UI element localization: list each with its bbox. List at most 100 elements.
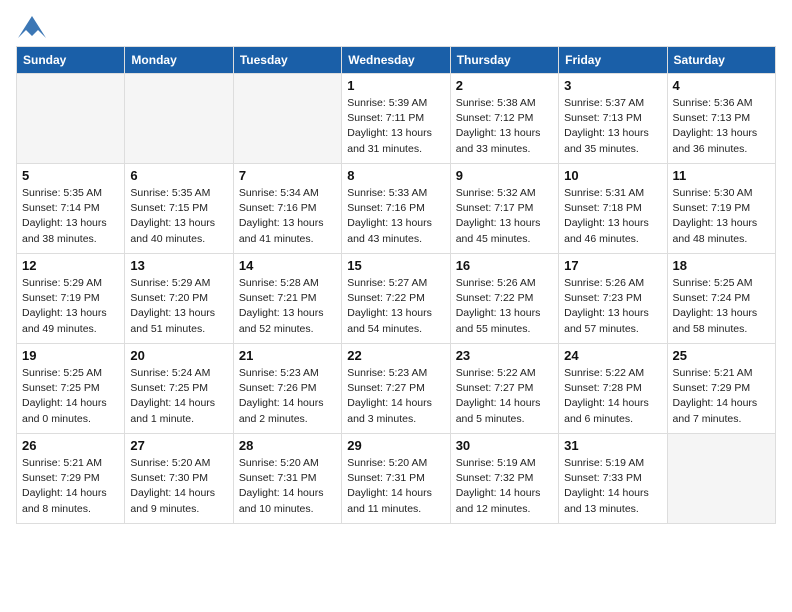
cell-info-text: Sunrise: 5:34 AMSunset: 7:16 PMDaylight:… <box>239 186 336 247</box>
calendar-cell <box>667 434 775 524</box>
calendar-cell: 22Sunrise: 5:23 AMSunset: 7:27 PMDayligh… <box>342 344 450 434</box>
page-header <box>16 16 776 38</box>
calendar-cell: 20 Sunrise: 5:24 AMSunset: 7:25 PMDayligh… <box>125 344 233 434</box>
cell-info-text: Sunrise: 5:37 AMSunset: 7:13 PMDaylight:… <box>564 96 661 157</box>
week-row: 19 Sunrise: 5:25 AMSunset: 7:25 PMDayligh… <box>17 344 776 434</box>
cell-date-number: 28 <box>239 438 336 453</box>
cell-info-text: Sunrise: 5:26 AMSunset: 7:22 PMDaylight:… <box>456 276 553 337</box>
cell-date-number: 6 <box>130 168 227 183</box>
cell-date-number: 9 <box>456 168 553 183</box>
cell-date-number: 10 <box>564 168 661 183</box>
cell-info-text: Sunrise: 5:33 AMSunset: 7:16 PMDaylight:… <box>347 186 444 247</box>
cell-info-text: Sunrise: 5:27 AMSunset: 7:22 PMDaylight:… <box>347 276 444 337</box>
cell-info-text: Sunrise: 5:20 AMSunset: 7:31 PMDaylight:… <box>347 456 444 517</box>
cell-info-text: Sunrise: 5:22 AMSunset: 7:28 PMDaylight:… <box>564 366 661 427</box>
calendar-cell <box>125 74 233 164</box>
cell-info-text: Sunrise: 5:31 AMSunset: 7:18 PMDaylight:… <box>564 186 661 247</box>
calendar-cell: 13Sunrise: 5:29 AMSunset: 7:20 PMDayligh… <box>125 254 233 344</box>
cell-info-text: Sunrise: 5:20 AMSunset: 7:31 PMDaylight:… <box>239 456 336 517</box>
weekday-header: Wednesday <box>342 47 450 74</box>
calendar-cell: 17 Sunrise: 5:26 AMSunset: 7:23 PMDayligh… <box>559 254 667 344</box>
cell-date-number: 2 <box>456 78 553 93</box>
calendar-cell: 18 Sunrise: 5:25 AMSunset: 7:24 PMDayligh… <box>667 254 775 344</box>
calendar-cell: 19 Sunrise: 5:25 AMSunset: 7:25 PMDayligh… <box>17 344 125 434</box>
cell-date-number: 27 <box>130 438 227 453</box>
cell-date-number: 23 <box>456 348 553 363</box>
calendar-cell: 16Sunrise: 5:26 AMSunset: 7:22 PMDayligh… <box>450 254 558 344</box>
cell-date-number: 7 <box>239 168 336 183</box>
cell-date-number: 30 <box>456 438 553 453</box>
calendar-cell: 6 Sunrise: 5:35 AMSunset: 7:15 PMDaylight… <box>125 164 233 254</box>
week-row: 5Sunrise: 5:35 AMSunset: 7:14 PMDaylight… <box>17 164 776 254</box>
cell-info-text: Sunrise: 5:26 AMSunset: 7:23 PMDaylight:… <box>564 276 661 337</box>
logo-bird-icon <box>18 16 46 38</box>
calendar-cell: 12 Sunrise: 5:29 AMSunset: 7:19 PMDayligh… <box>17 254 125 344</box>
cell-date-number: 31 <box>564 438 661 453</box>
cell-date-number: 14 <box>239 258 336 273</box>
calendar-cell <box>233 74 341 164</box>
calendar-cell: 27 Sunrise: 5:20 AMSunset: 7:30 PMDayligh… <box>125 434 233 524</box>
cell-info-text: Sunrise: 5:28 AMSunset: 7:21 PMDaylight:… <box>239 276 336 337</box>
cell-date-number: 22 <box>347 348 444 363</box>
calendar-cell: 25Sunrise: 5:21 AMSunset: 7:29 PMDayligh… <box>667 344 775 434</box>
calendar-cell: 1 Sunrise: 5:39 AMSunset: 7:11 PMDaylight… <box>342 74 450 164</box>
cell-date-number: 26 <box>22 438 119 453</box>
cell-date-number: 29 <box>347 438 444 453</box>
cell-date-number: 17 <box>564 258 661 273</box>
calendar-cell: 30 Sunrise: 5:19 AMSunset: 7:32 PMDayligh… <box>450 434 558 524</box>
calendar-cell: 28 Sunrise: 5:20 AMSunset: 7:31 PMDayligh… <box>233 434 341 524</box>
cell-info-text: Sunrise: 5:24 AMSunset: 7:25 PMDaylight:… <box>130 366 227 427</box>
calendar-cell: 11Sunrise: 5:30 AMSunset: 7:19 PMDayligh… <box>667 164 775 254</box>
cell-date-number: 20 <box>130 348 227 363</box>
cell-date-number: 11 <box>673 168 770 183</box>
cell-date-number: 18 <box>673 258 770 273</box>
cell-info-text: Sunrise: 5:19 AMSunset: 7:33 PMDaylight:… <box>564 456 661 517</box>
cell-info-text: Sunrise: 5:25 AMSunset: 7:25 PMDaylight:… <box>22 366 119 427</box>
calendar-cell: 9 Sunrise: 5:32 AMSunset: 7:17 PMDaylight… <box>450 164 558 254</box>
calendar-cell: 31 Sunrise: 5:19 AMSunset: 7:33 PMDayligh… <box>559 434 667 524</box>
calendar-cell: 2 Sunrise: 5:38 AMSunset: 7:12 PMDaylight… <box>450 74 558 164</box>
cell-info-text: Sunrise: 5:20 AMSunset: 7:30 PMDaylight:… <box>130 456 227 517</box>
cell-info-text: Sunrise: 5:35 AMSunset: 7:15 PMDaylight:… <box>130 186 227 247</box>
weekday-header: Sunday <box>17 47 125 74</box>
cell-info-text: Sunrise: 5:36 AMSunset: 7:13 PMDaylight:… <box>673 96 770 157</box>
weekday-header: Friday <box>559 47 667 74</box>
cell-date-number: 15 <box>347 258 444 273</box>
cell-info-text: Sunrise: 5:22 AMSunset: 7:27 PMDaylight:… <box>456 366 553 427</box>
cell-info-text: Sunrise: 5:21 AMSunset: 7:29 PMDaylight:… <box>673 366 770 427</box>
cell-date-number: 19 <box>22 348 119 363</box>
cell-info-text: Sunrise: 5:29 AMSunset: 7:19 PMDaylight:… <box>22 276 119 337</box>
cell-info-text: Sunrise: 5:32 AMSunset: 7:17 PMDaylight:… <box>456 186 553 247</box>
cell-info-text: Sunrise: 5:35 AMSunset: 7:14 PMDaylight:… <box>22 186 119 247</box>
cell-date-number: 24 <box>564 348 661 363</box>
week-row: 1 Sunrise: 5:39 AMSunset: 7:11 PMDaylight… <box>17 74 776 164</box>
cell-date-number: 1 <box>347 78 444 93</box>
cell-date-number: 3 <box>564 78 661 93</box>
calendar-cell: 14 Sunrise: 5:28 AMSunset: 7:21 PMDayligh… <box>233 254 341 344</box>
calendar-cell: 24 Sunrise: 5:22 AMSunset: 7:28 PMDayligh… <box>559 344 667 434</box>
cell-info-text: Sunrise: 5:21 AMSunset: 7:29 PMDaylight:… <box>22 456 119 517</box>
calendar-cell: 29 Sunrise: 5:20 AMSunset: 7:31 PMDayligh… <box>342 434 450 524</box>
cell-date-number: 12 <box>22 258 119 273</box>
cell-date-number: 4 <box>673 78 770 93</box>
cell-info-text: Sunrise: 5:25 AMSunset: 7:24 PMDaylight:… <box>673 276 770 337</box>
calendar-cell <box>17 74 125 164</box>
calendar-cell: 26 Sunrise: 5:21 AMSunset: 7:29 PMDayligh… <box>17 434 125 524</box>
calendar-cell: 15 Sunrise: 5:27 AMSunset: 7:22 PMDayligh… <box>342 254 450 344</box>
cell-info-text: Sunrise: 5:23 AMSunset: 7:26 PMDaylight:… <box>239 366 336 427</box>
week-row: 12 Sunrise: 5:29 AMSunset: 7:19 PMDayligh… <box>17 254 776 344</box>
calendar-table: SundayMondayTuesdayWednesdayThursdayFrid… <box>16 46 776 524</box>
cell-info-text: Sunrise: 5:29 AMSunset: 7:20 PMDaylight:… <box>130 276 227 337</box>
calendar-cell: 21Sunrise: 5:23 AMSunset: 7:26 PMDayligh… <box>233 344 341 434</box>
weekday-header: Thursday <box>450 47 558 74</box>
calendar-header-row: SundayMondayTuesdayWednesdayThursdayFrid… <box>17 47 776 74</box>
cell-info-text: Sunrise: 5:38 AMSunset: 7:12 PMDaylight:… <box>456 96 553 157</box>
week-row: 26 Sunrise: 5:21 AMSunset: 7:29 PMDayligh… <box>17 434 776 524</box>
calendar-cell: 5Sunrise: 5:35 AMSunset: 7:14 PMDaylight… <box>17 164 125 254</box>
cell-info-text: Sunrise: 5:19 AMSunset: 7:32 PMDaylight:… <box>456 456 553 517</box>
weekday-header: Saturday <box>667 47 775 74</box>
cell-info-text: Sunrise: 5:39 AMSunset: 7:11 PMDaylight:… <box>347 96 444 157</box>
weekday-header: Tuesday <box>233 47 341 74</box>
calendar-cell: 8Sunrise: 5:33 AMSunset: 7:16 PMDaylight… <box>342 164 450 254</box>
calendar-cell: 3 Sunrise: 5:37 AMSunset: 7:13 PMDaylight… <box>559 74 667 164</box>
